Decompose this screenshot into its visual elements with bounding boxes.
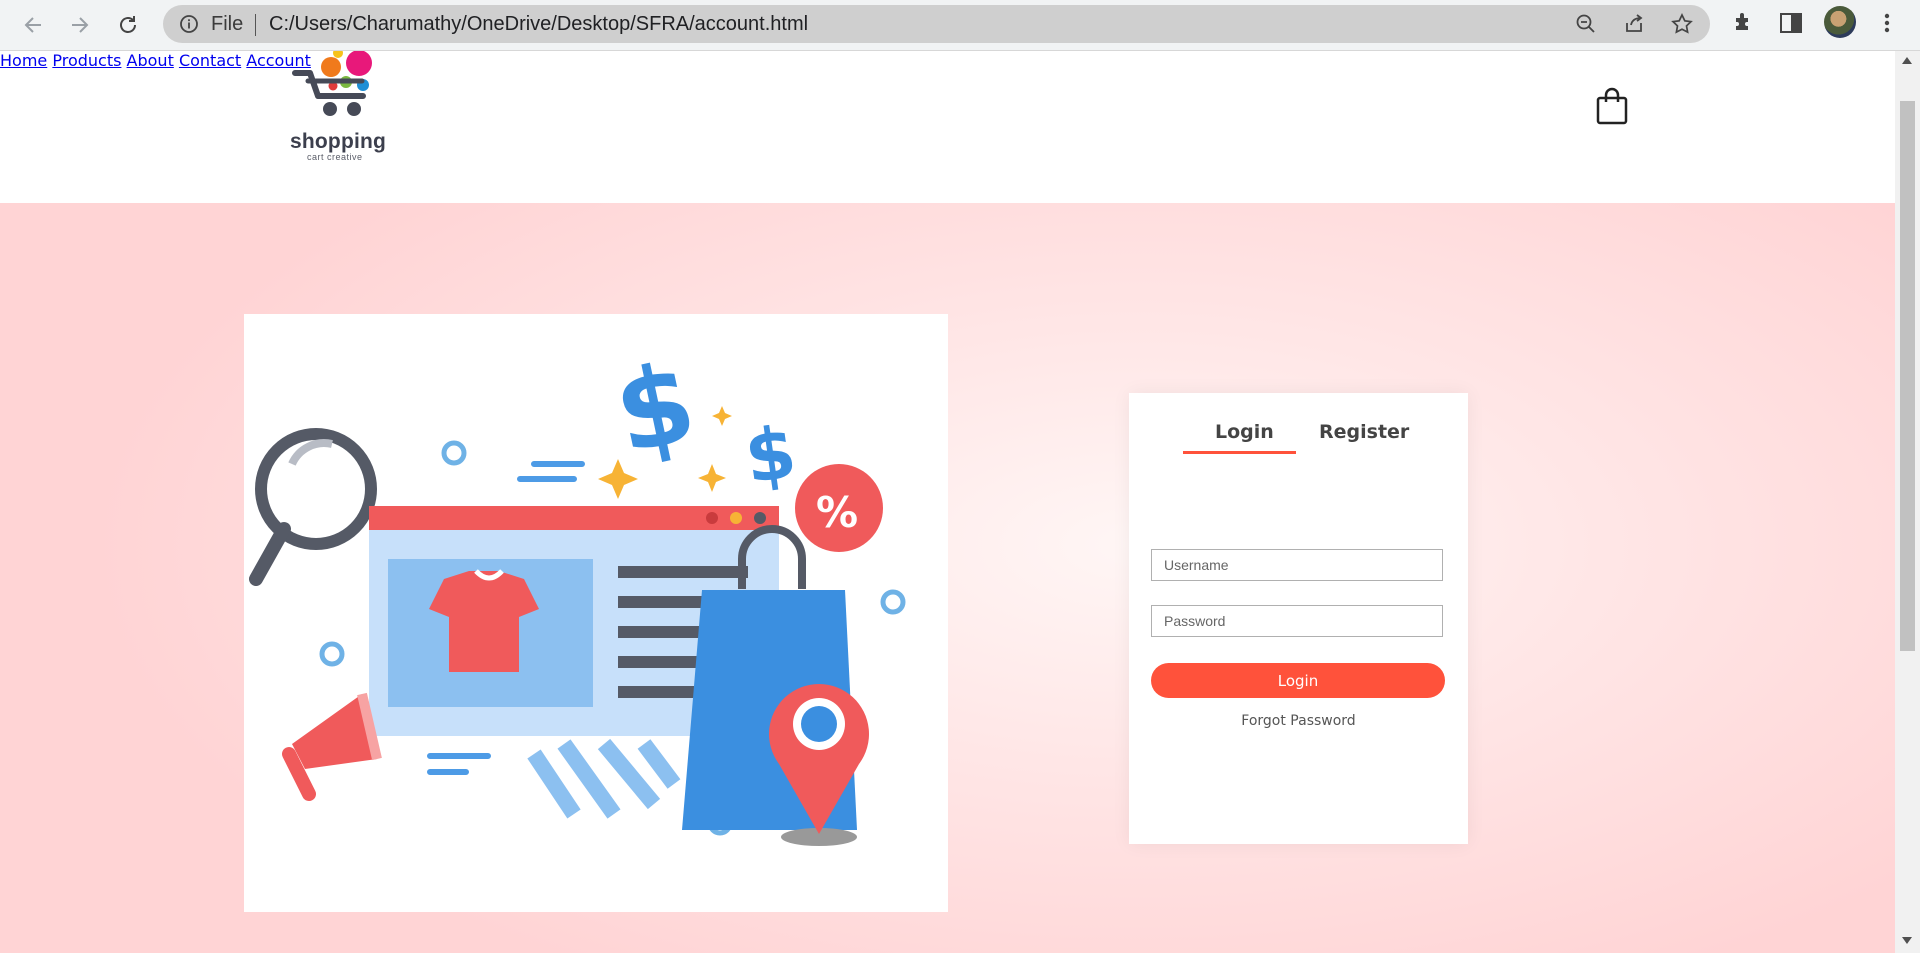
side-panel-icon[interactable] [1778,10,1804,36]
nav-contact[interactable]: Contact [179,51,241,70]
password-field[interactable] [1151,605,1443,637]
svg-text:$: $ [740,410,801,500]
share-icon[interactable] [1623,13,1645,35]
star-icon[interactable] [1671,13,1693,35]
scroll-up-arrow[interactable] [1902,57,1912,64]
back-icon[interactable] [17,9,49,41]
logo-text: shopping [290,130,387,153]
profile-avatar[interactable] [1824,6,1856,38]
url-separator [255,14,256,36]
tab-login[interactable]: Login [1215,421,1274,443]
logo-subtext: cart creative [307,152,363,162]
site-header: shopping cart creative Home Products Abo… [0,51,1895,203]
username-field[interactable] [1151,549,1443,581]
url-text[interactable]: C:/Users/Charumathy/OneDrive/Desktop/SFR… [269,13,808,36]
url-scheme-label: File [211,13,244,35]
address-bar[interactable]: File C:/Users/Charumathy/OneDrive/Deskto… [163,5,1710,43]
zoom-icon[interactable] [1575,13,1597,35]
page-scrollbar[interactable] [1895,51,1920,953]
info-icon[interactable] [179,14,199,34]
active-tab-indicator [1183,451,1296,454]
main-navigation: Home Products About Contact Account [0,51,1895,70]
reload-icon[interactable] [112,9,144,41]
account-form-card: Login Register Login Forgot Password [1129,393,1468,844]
forward-icon[interactable] [64,9,96,41]
tab-register[interactable]: Register [1319,421,1409,443]
shopping-bag-icon[interactable] [1595,87,1629,125]
extensions-icon[interactable] [1730,10,1756,36]
nav-products[interactable]: Products [52,51,121,70]
svg-text:$: $ [604,338,705,479]
nav-home[interactable]: Home [0,51,47,70]
scroll-down-arrow[interactable] [1902,937,1912,944]
nav-about[interactable]: About [127,51,174,70]
page-viewport: shopping cart creative Home Products Abo… [0,51,1895,953]
more-icon[interactable] [1874,10,1900,36]
scroll-thumb[interactable] [1900,101,1915,651]
online-shopping-illustration: $ $ % [244,314,948,912]
browser-toolbar: File C:/Users/Charumathy/OneDrive/Deskto… [0,0,1920,51]
login-button[interactable]: Login [1151,663,1445,698]
svg-text:%: % [816,488,858,537]
hero-section: $ $ % Login Register Username Login Forg… [0,203,1895,953]
forgot-password-link[interactable]: Forgot Password [1129,713,1468,729]
